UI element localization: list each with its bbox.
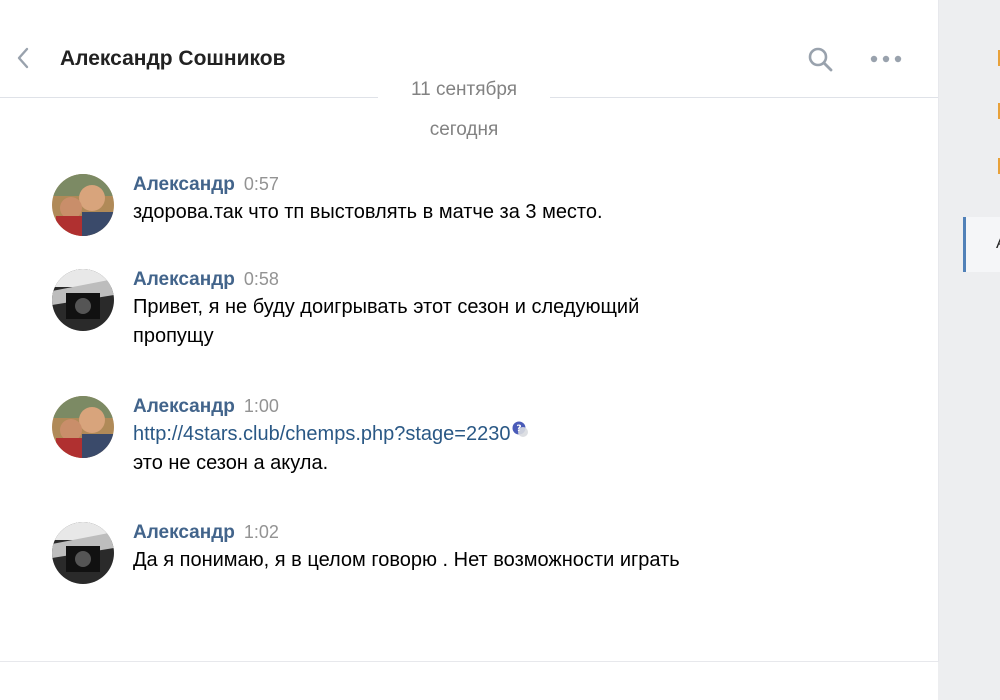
today-label: сегодня <box>429 119 499 140</box>
avatar[interactable] <box>52 522 114 584</box>
peer-name[interactable]: Александр Сошников <box>60 47 286 71</box>
composer-divider <box>0 661 938 662</box>
message-text: пропущу <box>133 325 214 347</box>
help-icon[interactable]: ? <box>511 420 529 443</box>
sidebar-selected-item[interactable]: А <box>963 217 1000 272</box>
back-button[interactable] <box>10 43 36 73</box>
message-time[interactable]: 1:02 <box>244 522 279 542</box>
search-icon <box>808 47 833 72</box>
chat-pane: Александр Сошников 11 сентября сегодня А… <box>0 0 939 662</box>
message-time[interactable]: 0:58 <box>244 269 279 289</box>
message-author[interactable]: Александр <box>133 269 235 290</box>
more-button[interactable] <box>866 45 910 73</box>
message-author[interactable]: Александр <box>133 174 235 195</box>
message-time[interactable]: 1:00 <box>244 396 279 416</box>
message-time[interactable]: 0:57 <box>244 174 279 194</box>
message-author[interactable]: Александр <box>133 396 235 417</box>
message-author[interactable]: Александр <box>133 522 235 543</box>
message-link[interactable]: http://4stars.club/chemps.php?stage=2230 <box>133 423 510 445</box>
page-background-right <box>938 0 1000 700</box>
avatar[interactable] <box>52 396 114 458</box>
avatar[interactable] <box>52 269 114 331</box>
message-text: это не сезон а акула. <box>133 452 329 474</box>
avatar[interactable] <box>52 174 114 236</box>
message-text: Да я понимаю, я в целом говорю . Нет воз… <box>133 549 680 571</box>
more-icon <box>870 55 902 63</box>
search-button[interactable] <box>806 45 834 73</box>
message-text: Привет, я не буду доигрывать этот сезон … <box>133 296 640 318</box>
message-text: здорова.так что тп выстовлять в матче за… <box>133 201 603 223</box>
back-icon <box>17 47 29 69</box>
sidebar-item-label: А <box>996 235 1000 253</box>
date-separator: 11 сентября <box>378 77 550 103</box>
svg-text:?: ? <box>517 424 522 434</box>
